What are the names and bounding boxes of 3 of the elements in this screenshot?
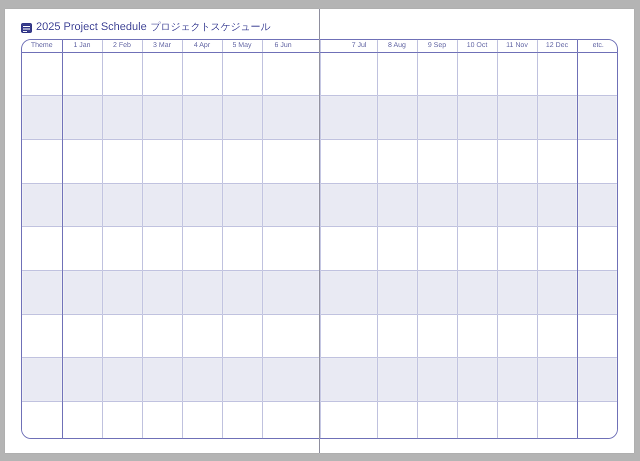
schedule-title: 2025 Project Schedule: [36, 22, 147, 33]
calendar-icon: [21, 22, 32, 32]
schedule-subtitle: プロジェクトスケジュール: [150, 22, 271, 32]
